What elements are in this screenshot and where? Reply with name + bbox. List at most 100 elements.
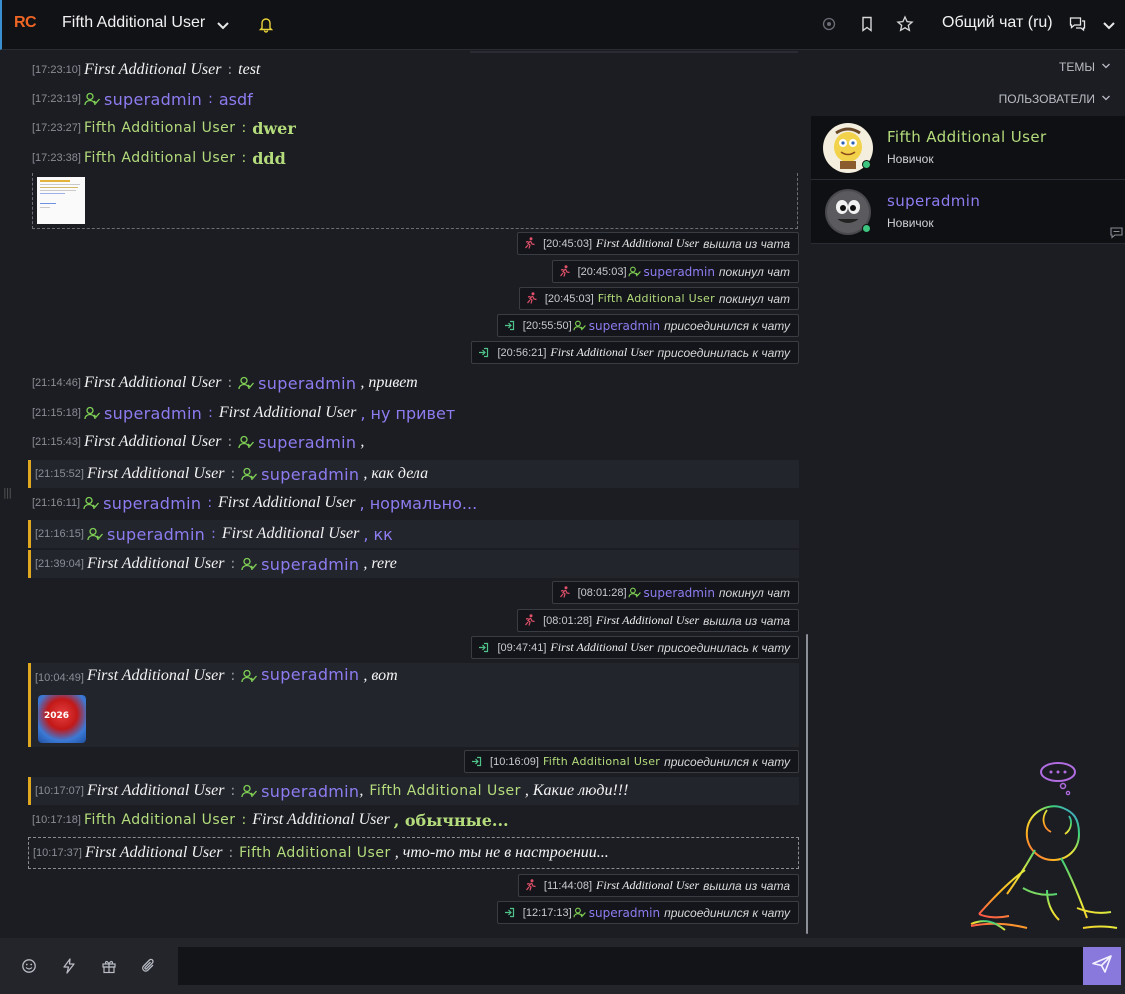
message-author[interactable]: Fifth Additional User <box>84 812 236 828</box>
message-timestamp: [12:17:13] <box>522 906 572 919</box>
message-recipient[interactable]: superadmin <box>258 433 356 452</box>
system-user[interactable]: superadmin <box>644 586 715 600</box>
chat-message[interactable]: [17:23:19] superadmin : asdf <box>28 85 799 113</box>
message-timestamp: [10:17:07] <box>35 785 84 797</box>
chevron-down-icon[interactable] <box>1101 18 1117 34</box>
message-author[interactable]: First Additional User <box>85 844 223 862</box>
chat-message[interactable]: [17:23:10] First Additional User : test <box>28 56 799 84</box>
chat-message-highlighted[interactable]: [10:04:49] First Additional User : super… <box>28 663 799 747</box>
message-recipient[interactable]: First Additional User <box>222 525 360 543</box>
system-user[interactable]: Fifth Additional User <box>598 292 715 305</box>
chat-message[interactable]: [21:14:46] First Additional User : super… <box>28 369 799 397</box>
user-role: Новичок <box>887 152 934 166</box>
message-timestamp: [21:16:15] <box>35 528 84 540</box>
message-recipient[interactable]: superadmin <box>261 555 359 574</box>
message-recipient[interactable]: superadmin <box>261 465 359 484</box>
users-toggle[interactable]: ПОЛЬЗОВАТЕЛИ <box>999 92 1111 106</box>
chat-message-highlighted[interactable]: [21:16:15] superadmin : First Additional… <box>28 520 799 548</box>
separator: : <box>230 668 236 684</box>
message-recipient[interactable]: Fifth Additional User <box>369 783 521 799</box>
running-person-icon <box>524 611 535 630</box>
user-icon <box>84 92 100 106</box>
resize-handle[interactable]: ||| <box>3 486 12 499</box>
running-person-icon <box>559 262 570 281</box>
chat-message[interactable]: [21:15:43] First Additional User : super… <box>28 428 799 456</box>
system-user[interactable]: First Additional User <box>596 878 699 893</box>
chat-message[interactable]: [10:17:18] Fifth Additional User : First… <box>28 806 799 834</box>
message-author[interactable]: First Additional User <box>87 555 225 573</box>
chat-message-highlighted[interactable]: [10:17:07] First Additional User : super… <box>28 777 799 805</box>
separator: : <box>227 434 233 450</box>
message-author[interactable]: First Additional User <box>84 61 222 79</box>
target-icon[interactable] <box>821 16 837 32</box>
message-author[interactable]: First Additional User <box>84 433 222 451</box>
lightning-icon[interactable] <box>62 958 76 974</box>
message-author[interactable]: superadmin <box>107 525 205 544</box>
message-recipient[interactable]: Fifth Additional User <box>239 845 391 861</box>
chat-log[interactable]: ||| [17:23:10] First Additional User : t… <box>0 51 810 937</box>
topics-toggle[interactable]: ТЕМЫ <box>1059 60 1111 74</box>
chat-message-highlighted[interactable]: [21:39:04] First Additional User : super… <box>28 550 799 578</box>
chat-message[interactable]: [17:23:27] Fifth Additional User : dwer <box>28 114 799 142</box>
user-name[interactable]: Fifth Additional User <box>887 128 1047 146</box>
message-author[interactable]: superadmin <box>104 404 202 423</box>
scrollbar[interactable] <box>806 634 808 934</box>
user-icon <box>627 266 641 277</box>
system-user[interactable]: First Additional User <box>550 345 653 360</box>
star-icon[interactable] <box>896 15 914 33</box>
system-message: [20:55:50] superadmin присоединился к ча… <box>496 314 799 337</box>
system-user[interactable]: superadmin <box>644 265 715 279</box>
message-timestamp: [21:16:11] <box>32 497 81 509</box>
message-recipient[interactable]: First Additional User <box>219 404 357 422</box>
system-user[interactable]: Fifth Additional User <box>543 755 660 768</box>
message-recipient[interactable]: superadmin <box>261 665 359 684</box>
chat-bubbles-icon[interactable] <box>1069 16 1086 32</box>
chevron-down-icon[interactable] <box>215 17 231 33</box>
system-user[interactable]: superadmin <box>589 906 660 920</box>
system-user[interactable]: First Additional User <box>550 640 653 655</box>
system-user[interactable]: First Additional User <box>596 236 699 251</box>
system-action: присоединился к чату <box>664 318 790 333</box>
user-name[interactable]: superadmin <box>887 192 980 210</box>
composer-bar <box>0 938 1125 994</box>
gift-icon[interactable] <box>101 958 117 974</box>
smile-icon[interactable] <box>21 958 37 974</box>
chat-title[interactable]: Общий чат (ru) <box>942 14 1053 32</box>
chat-message[interactable]: [17:23:38] Fifth Additional User : ddd <box>28 144 799 172</box>
message-recipient[interactable]: superadmin <box>261 782 359 801</box>
divider <box>470 51 798 53</box>
system-action: присоединился к чату <box>664 754 790 769</box>
message-author[interactable]: superadmin <box>103 494 201 513</box>
chevron-down-icon <box>1101 92 1111 106</box>
message-author[interactable]: First Additional User <box>87 465 225 483</box>
image-thumbnail[interactable]: 2026 <box>38 695 86 743</box>
screenshot-thumbnail[interactable] <box>37 177 85 224</box>
message-author[interactable]: superadmin <box>104 90 202 109</box>
send-button[interactable] <box>1083 947 1121 985</box>
app-logo[interactable]: RC <box>14 14 37 32</box>
message-author[interactable]: Fifth Additional User <box>84 120 236 136</box>
message-author[interactable]: First Additional User <box>87 782 225 800</box>
message-input[interactable] <box>178 947 1084 985</box>
message-recipient[interactable]: superadmin <box>258 374 356 393</box>
system-user[interactable]: First Additional User <box>596 613 699 628</box>
chat-message[interactable]: [21:16:11] superadmin : First Additional… <box>28 489 799 517</box>
message-author[interactable]: First Additional User <box>87 667 225 685</box>
message-timestamp: [11:44:08] <box>543 879 593 892</box>
message-author[interactable]: First Additional User <box>84 374 222 392</box>
bell-icon[interactable] <box>258 16 274 33</box>
room-title[interactable]: Fifth Additional User <box>62 14 205 32</box>
user-card[interactable]: superadmin Новичок <box>811 180 1125 244</box>
message-icon[interactable] <box>1110 224 1123 243</box>
chat-message-selected[interactable]: [10:17:37] First Additional User : Fifth… <box>28 837 799 869</box>
system-user[interactable]: superadmin <box>589 319 660 333</box>
chat-message[interactable]: [21:15:18] superadmin : First Additional… <box>28 399 799 427</box>
message-recipient[interactable]: First Additional User <box>252 811 390 829</box>
chat-message-highlighted[interactable]: [21:15:52] First Additional User : super… <box>28 460 799 488</box>
paperclip-icon[interactable] <box>141 957 157 975</box>
user-card[interactable]: Fifth Additional User Новичок <box>811 116 1125 180</box>
separator: : <box>211 526 216 542</box>
message-author[interactable]: Fifth Additional User <box>84 150 236 166</box>
bookmark-icon[interactable] <box>860 16 874 32</box>
message-recipient[interactable]: First Additional User <box>218 494 356 512</box>
